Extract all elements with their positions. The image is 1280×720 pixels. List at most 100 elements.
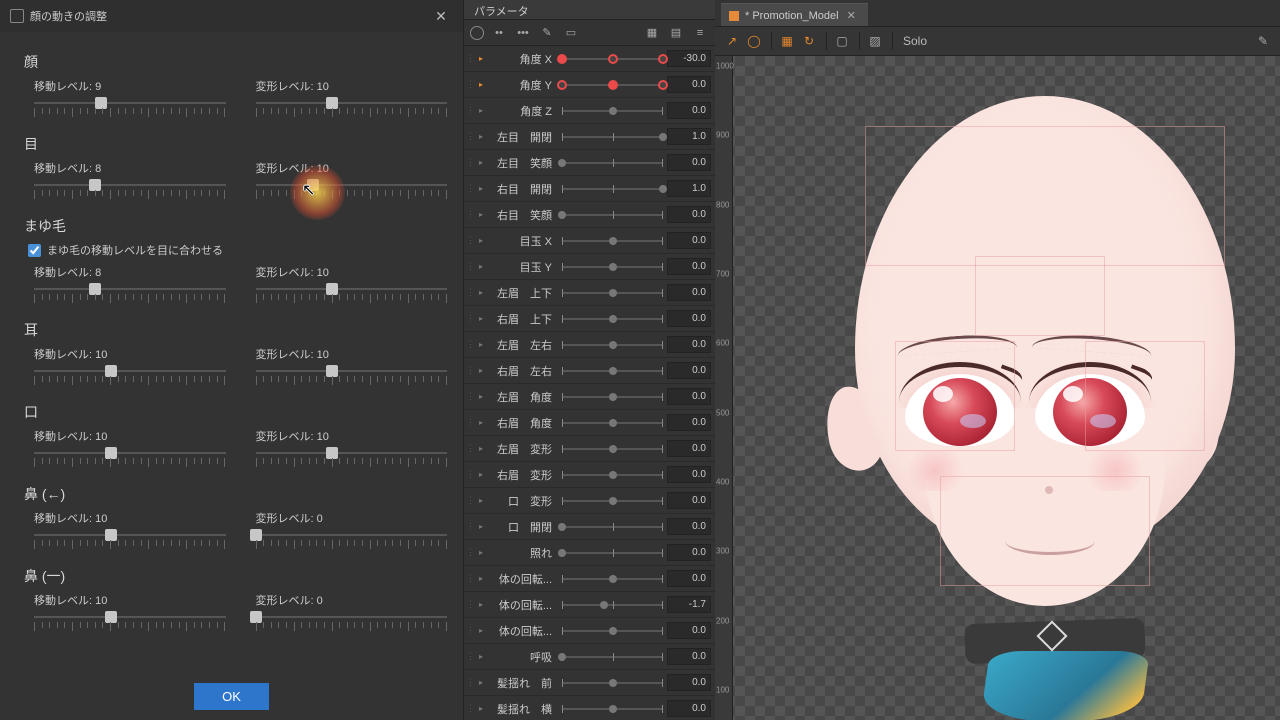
row-handle-icon[interactable]: ⋮ [466,573,476,584]
key-edit-icon[interactable]: ✎ [538,24,556,42]
param-row[interactable]: ⋮ ▸ 目玉 Y 0.0 [464,254,715,280]
row-handle-icon[interactable]: ⋮ [466,547,476,558]
row-handle-icon[interactable]: ⋮ [466,53,476,64]
menu-icon[interactable]: ≡ [691,24,709,42]
param-row[interactable]: ⋮ ▸ 角度 Y 0.0 [464,72,715,98]
tool-rotate-icon[interactable]: ↻ [800,32,818,50]
row-handle-icon[interactable]: ⋮ [466,183,476,194]
param-row[interactable]: ⋮ ▸ 目玉 X 0.0 [464,228,715,254]
level-slider[interactable]: 移動レベル: 10 [34,592,226,634]
file-tab[interactable]: * Promotion_Model ✕ [721,3,868,26]
row-handle-icon[interactable]: ⋮ [466,651,476,662]
tool-bound-icon[interactable]: ▢ [833,32,851,50]
level-slider[interactable]: 移動レベル: 8 [34,160,226,202]
tab-close-icon[interactable]: ✕ [845,9,858,22]
row-handle-icon[interactable]: ⋮ [466,391,476,402]
param-value[interactable]: 0.0 [667,310,711,327]
level-slider[interactable]: 移動レベル: 8 [34,264,226,306]
param-row[interactable]: ⋮ ▸ 呼吸 0.0 [464,644,715,670]
dropper-icon[interactable]: ✎ [1254,32,1272,50]
param-value[interactable]: 0.0 [667,648,711,665]
param-row[interactable]: ⋮ ▸ 体の回転... 0.0 [464,566,715,592]
param-value[interactable]: -1.7 [667,596,711,613]
level-slider[interactable]: 変形レベル: 10 [256,78,448,120]
row-handle-icon[interactable]: ⋮ [466,131,476,142]
param-value[interactable]: 0.0 [667,674,711,691]
param-value[interactable]: 0.0 [667,440,711,457]
level-slider[interactable]: 移動レベル: 10 [34,346,226,388]
param-row[interactable]: ⋮ ▸ 左目 笑顔 0.0 [464,150,715,176]
row-handle-icon[interactable]: ⋮ [466,599,476,610]
param-value[interactable]: 0.0 [667,76,711,93]
param-value[interactable]: 0.0 [667,518,711,535]
canvas[interactable]: 1000900800700600500400300200100 [715,56,1280,720]
param-value[interactable]: 0.0 [667,570,711,587]
record-icon[interactable] [470,26,484,40]
solo-label[interactable]: Solo [903,34,927,48]
param-value[interactable]: 0.0 [667,544,711,561]
row-handle-icon[interactable]: ⋮ [466,443,476,454]
param-row[interactable]: ⋮ ▸ 右目 開閉 1.0 [464,176,715,202]
row-handle-icon[interactable]: ⋮ [466,287,476,298]
param-value[interactable]: 1.0 [667,128,711,145]
close-icon[interactable]: ✕ [429,8,453,25]
key-scale-icon[interactable]: ▭ [562,24,580,42]
tool-arrow-icon[interactable]: ↗ [723,32,741,50]
dialog-titlebar[interactable]: 顔の動きの調整 ✕ [0,0,463,32]
sync-brow-checkbox[interactable]: まゆ毛の移動レベルを目に合わせる [28,242,447,258]
row-handle-icon[interactable]: ⋮ [466,313,476,324]
param-row[interactable]: ⋮ ▸ 髪揺れ 前 0.0 [464,670,715,696]
param-value[interactable]: 0.0 [667,232,711,249]
param-value[interactable]: 0.0 [667,206,711,223]
row-handle-icon[interactable]: ⋮ [466,469,476,480]
param-row[interactable]: ⋮ ▸ 右眉 変形 0.0 [464,462,715,488]
param-row[interactable]: ⋮ ▸ 左眉 角度 0.0 [464,384,715,410]
ok-button[interactable]: OK [194,683,269,710]
row-handle-icon[interactable]: ⋮ [466,521,476,532]
param-value[interactable]: -30.0 [667,50,711,67]
row-handle-icon[interactable]: ⋮ [466,209,476,220]
param-row[interactable]: ⋮ ▸ 角度 Z 0.0 [464,98,715,124]
row-handle-icon[interactable]: ⋮ [466,495,476,506]
param-row[interactable]: ⋮ ▸ 髪揺れ 横 0.0 [464,696,715,720]
param-value[interactable]: 0.0 [667,362,711,379]
param-value[interactable]: 0.0 [667,414,711,431]
param-value[interactable]: 0.0 [667,154,711,171]
level-slider[interactable]: 変形レベル: 10 [256,346,448,388]
param-row[interactable]: ⋮ ▸ 右眉 左右 0.0 [464,358,715,384]
row-handle-icon[interactable]: ⋮ [466,417,476,428]
row-handle-icon[interactable]: ⋮ [466,105,476,116]
param-row[interactable]: ⋮ ▸ 左眉 変形 0.0 [464,436,715,462]
row-handle-icon[interactable]: ⋮ [466,339,476,350]
param-row[interactable]: ⋮ ▸ 照れ 0.0 [464,540,715,566]
param-value[interactable]: 0.0 [667,284,711,301]
level-slider[interactable]: 変形レベル: 0 [256,510,448,552]
param-value[interactable]: 0.0 [667,258,711,275]
param-value[interactable]: 1.0 [667,180,711,197]
row-handle-icon[interactable]: ⋮ [466,703,476,714]
parameter-tab[interactable]: パラメータ [464,0,715,20]
param-row[interactable]: ⋮ ▸ 右眉 上下 0.0 [464,306,715,332]
param-value[interactable]: 0.0 [667,336,711,353]
param-row[interactable]: ⋮ ▸ 角度 X -30.0 [464,46,715,72]
row-handle-icon[interactable]: ⋮ [466,157,476,168]
param-row[interactable]: ⋮ ▸ 左眉 左右 0.0 [464,332,715,358]
level-slider[interactable]: 変形レベル: 10 [256,160,448,202]
list-icon[interactable]: ▤ [667,24,685,42]
param-value[interactable]: 0.0 [667,492,711,509]
param-row[interactable]: ⋮ ▸ 右眉 角度 0.0 [464,410,715,436]
param-value[interactable]: 0.0 [667,388,711,405]
param-row[interactable]: ⋮ ▸ 左眉 上下 0.0 [464,280,715,306]
param-value[interactable]: 0.0 [667,102,711,119]
row-handle-icon[interactable]: ⋮ [466,235,476,246]
level-slider[interactable]: 移動レベル: 10 [34,510,226,552]
row-handle-icon[interactable]: ⋮ [466,625,476,636]
tool-lasso-icon[interactable]: ◯ [745,32,763,50]
tool-grid-icon[interactable]: ▨ [866,32,884,50]
param-value[interactable]: 0.0 [667,622,711,639]
row-handle-icon[interactable]: ⋮ [466,677,476,688]
level-slider[interactable]: 変形レベル: 10 [256,264,448,306]
param-value[interactable]: 0.0 [667,466,711,483]
grid-icon[interactable]: ▦ [643,24,661,42]
param-row[interactable]: ⋮ ▸ 口 変形 0.0 [464,488,715,514]
